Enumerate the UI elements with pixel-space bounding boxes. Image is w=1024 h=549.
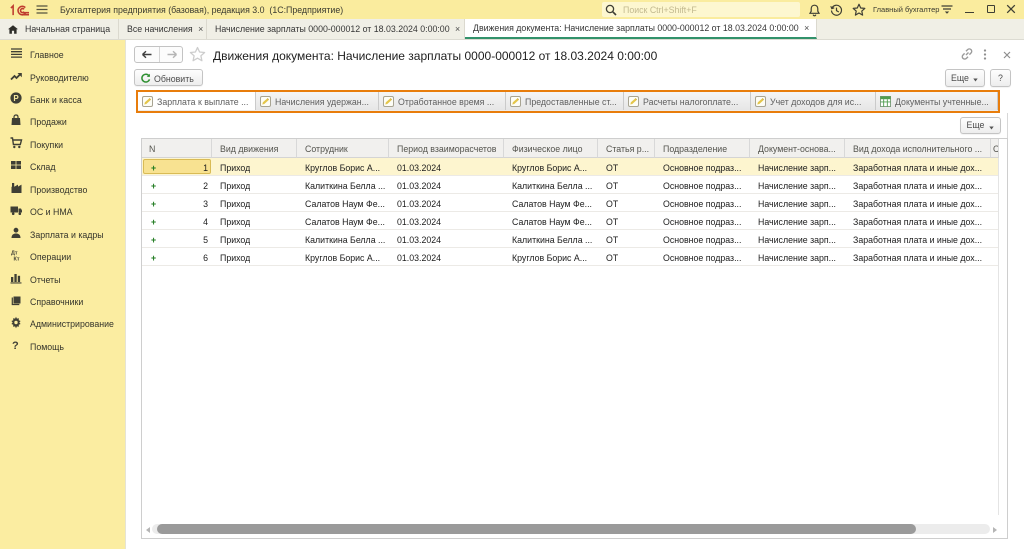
svg-text:?: ?: [12, 340, 19, 352]
svg-text:Кт: Кт: [14, 257, 20, 263]
svg-text:Р: Р: [13, 94, 19, 103]
